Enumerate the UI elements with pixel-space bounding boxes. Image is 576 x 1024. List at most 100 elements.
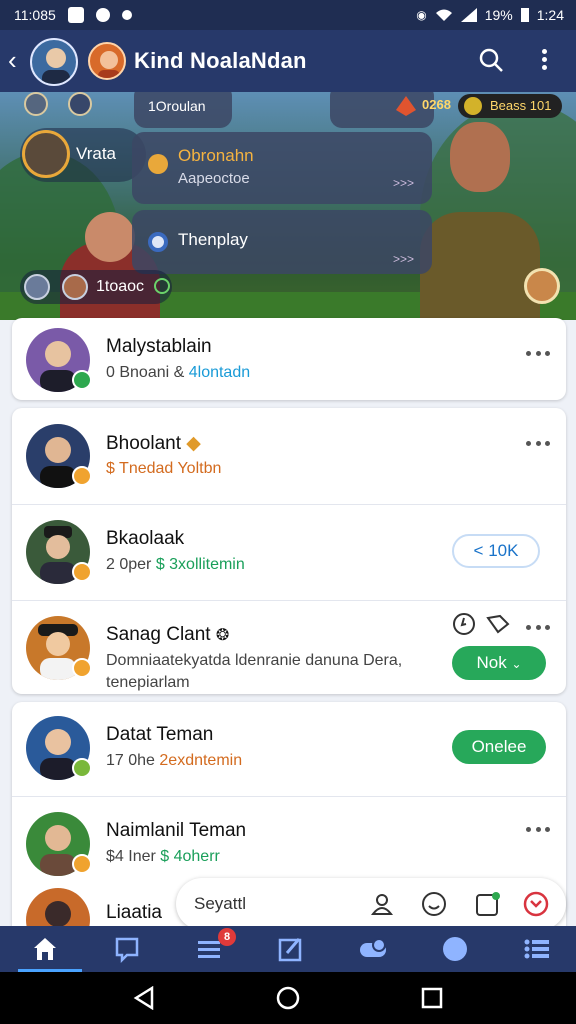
edit-icon: [278, 938, 302, 962]
contact-list: Malystablain 0 Bnoani & 4lontadn Bhoolan…: [0, 316, 576, 952]
accept-button[interactable]: Nok ⌄: [452, 646, 546, 680]
image-icon[interactable]: [474, 890, 502, 918]
quest-card[interactable]: Obronahn Aapeoctoe >>>: [132, 132, 432, 204]
contact-status: $ Tnedad Yoltbn: [106, 460, 222, 477]
game-banner: 1Oroulan 0268 Beass 101 Vrata Obronahn A…: [0, 92, 576, 320]
chat-input-bar: Seyattl: [176, 878, 566, 930]
back-triangle-icon[interactable]: [132, 986, 156, 1010]
top-pill[interactable]: 1Oroulan: [134, 92, 232, 128]
battery-icon: [520, 8, 529, 22]
status-bar: 11:085 ◉ 19% 1:24: [0, 0, 576, 30]
top-pill-empty[interactable]: [330, 92, 434, 128]
message-input[interactable]: Seyattl: [194, 894, 246, 914]
avatar[interactable]: [30, 38, 78, 86]
team-chip[interactable]: 1toaoc: [20, 270, 172, 304]
contact-status: 17 0he 2exdntemin: [106, 752, 243, 769]
list-item[interactable]: Sanag Clant ❂ Domniaatekyatda ldenranie …: [12, 600, 566, 696]
mini-avatar[interactable]: [24, 92, 48, 116]
quest-subtitle: Aapeoctoe: [178, 170, 250, 187]
mini-avatar[interactable]: [68, 92, 92, 116]
leader-chip[interactable]: Vrata: [20, 128, 146, 182]
group-avatar[interactable]: [88, 42, 126, 80]
contact-status: 0 Bnoani & 4lontadn: [106, 364, 251, 381]
nav-profile[interactable]: [414, 926, 496, 972]
app-bar: ‹ Kind NoalaNdan: [0, 30, 576, 92]
more-menu-icon[interactable]: [532, 46, 556, 76]
chevron-right-icon: >>>: [392, 252, 414, 266]
system-nav-bar: [0, 972, 576, 1024]
back-icon[interactable]: ‹: [8, 46, 17, 74]
status-badge: [72, 466, 92, 486]
online-icon: [154, 278, 170, 294]
wifi-icon: [435, 9, 452, 21]
nav-edit[interactable]: [250, 926, 332, 972]
list-item[interactable]: Bhoolant ◆ $ Tnedad Yoltbn: [12, 408, 566, 504]
play-card[interactable]: Thenplay >>>: [132, 210, 432, 274]
coin-icon: [464, 97, 482, 115]
status-badge: [72, 854, 92, 874]
play-icon: [148, 232, 168, 252]
recents-square-icon[interactable]: [420, 986, 444, 1010]
user-add-icon[interactable]: [368, 890, 396, 918]
list-item[interactable]: Datat Teman 17 0he 2exdntemin Onelee: [12, 700, 566, 796]
contact-name: Bkaolaak: [106, 528, 185, 549]
status-badge: [72, 562, 92, 582]
nfc-icon: ◉: [416, 8, 427, 22]
clock-icon[interactable]: [452, 612, 476, 636]
leader-avatar: [22, 130, 70, 178]
more-options-icon[interactable]: [526, 438, 550, 448]
contact-status: Domniaatekyatda ldenranie danuna Dera, te…: [106, 652, 403, 691]
contact-name: Bhoolant ◆: [106, 433, 201, 454]
points-button[interactable]: < 10K: [452, 534, 540, 568]
nav-games[interactable]: [332, 926, 414, 972]
tag-icon[interactable]: [486, 612, 510, 636]
gamepad-icon: [360, 938, 386, 957]
nav-chat[interactable]: [86, 926, 168, 972]
mascot-icon: [443, 937, 467, 961]
more-options-icon[interactable]: [526, 824, 550, 834]
status-badge: [72, 758, 92, 778]
notification-badge: 8: [218, 928, 236, 946]
contact-name: Sanag Clant ❂: [106, 624, 230, 645]
signal-icon: [460, 8, 477, 22]
contact-card: Malystablain 0 Bnoani & 4lontadn: [12, 318, 566, 400]
nav-home[interactable]: [4, 926, 86, 972]
notification-icon: [95, 8, 110, 22]
home-icon: [34, 938, 56, 960]
list-item[interactable]: Malystablain 0 Bnoani & 4lontadn: [12, 312, 566, 408]
contact-card: Bhoolant ◆ $ Tnedad Yoltbn Bkaolaak 2 0p…: [12, 408, 566, 694]
page-title: Kind NoalaNdan: [134, 48, 307, 73]
nav-feed[interactable]: 8: [168, 926, 250, 972]
gold-counter[interactable]: Beass 101: [458, 94, 562, 118]
status-badge: [72, 658, 92, 678]
contact-name: Liaatia: [106, 902, 162, 923]
hero-character: [420, 212, 540, 320]
notification-icon: [67, 7, 84, 23]
contact-name: Naimlanil Teman: [106, 820, 247, 841]
team-avatar: [62, 274, 88, 300]
more-options-icon[interactable]: [526, 622, 550, 632]
contact-status: $4 Iner $ 4oherr: [106, 848, 220, 865]
notification-icon: [121, 10, 132, 20]
team-label: 1toaoc: [96, 278, 145, 295]
team-avatar: [24, 274, 50, 300]
leader-name: Vrata: [76, 144, 117, 163]
hero-character-head: [450, 122, 510, 192]
emoji-icon[interactable]: [420, 890, 448, 918]
score-value: 0268: [422, 97, 451, 112]
status-badge: [72, 370, 92, 390]
contact-status: 2 0per $ 3xollitemin: [106, 556, 245, 573]
contact-name: Datat Teman: [106, 724, 214, 745]
nav-menu[interactable]: [496, 926, 576, 972]
menu-icon: [524, 939, 549, 959]
hero-character-head: [85, 212, 135, 262]
bottom-nav: 8: [0, 926, 576, 972]
home-circle-icon[interactable]: [276, 986, 300, 1010]
contact-name: Malystablain: [106, 336, 212, 357]
list-item[interactable]: Bkaolaak 2 0per $ 3xollitemin < 10K: [12, 504, 566, 600]
opponent-avatar[interactable]: [524, 268, 560, 304]
close-circle-icon[interactable]: [522, 890, 550, 918]
invite-button[interactable]: Onelee: [452, 730, 546, 764]
more-options-icon[interactable]: [526, 348, 550, 358]
search-icon[interactable]: [478, 47, 504, 73]
